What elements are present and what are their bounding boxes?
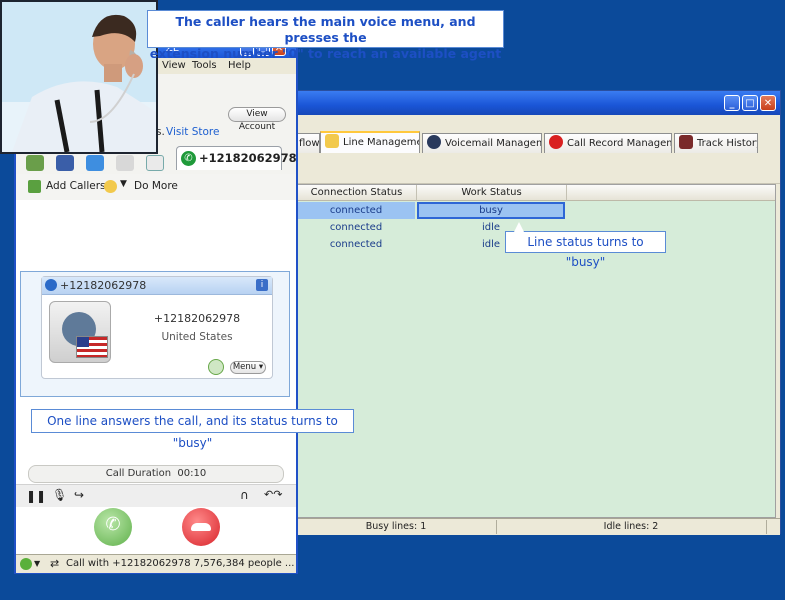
tab-line-management[interactable]: Line Management [320,131,420,153]
line-manager-window: _ □ ✕ flow Line Management Voicemail Man… [295,90,781,535]
call-status-bar: ▼ ⇄ Call with +12182062978 7,576,384 peo… [16,554,296,573]
active-call-number: +12182062978 [199,151,297,165]
caller-number: +12182062978 [153,312,241,325]
callout-line-pointer [514,222,524,232]
caller-photo [0,0,158,154]
manager-status-bar: Busy lines: 1 Idle lines: 2 [296,518,780,535]
column-connection-status[interactable]: Connection Status [297,185,417,201]
phone-answer-icon: ✆ [105,514,121,535]
table-row-2-connection[interactable]: connected [297,219,415,236]
callout-top-pointer [149,30,159,44]
phone-icon: ✆ [181,151,196,166]
active-call-panel: +12182062978 i +12182062978 United State… [20,271,290,397]
caller-card-header: +12182062978 i [42,277,272,295]
column-filler [567,185,775,201]
do-more-icon [104,180,117,193]
call-actions-bar: Add Callers ▼ Do More [16,174,296,201]
minimize-button[interactable]: _ [724,95,740,111]
mute-icon[interactable]: 🎙 [52,488,67,502]
contacts-icon[interactable] [26,155,44,171]
pause-icon[interactable]: ❚❚ [26,489,46,503]
record-icon [549,135,563,149]
tab-flow[interactable]: flow [296,133,320,153]
table-row-1-connection[interactable]: connected [297,202,415,219]
do-more-button[interactable]: Do More [134,180,178,192]
headset-icon[interactable]: ∩ [240,488,249,502]
caller-photo-illustration [2,2,156,152]
tab-active-call[interactable]: ✆ +12182062978 [176,146,297,170]
caller-avatar [49,301,111,363]
manager-toolbar [296,155,780,184]
send-icon[interactable] [86,155,104,171]
history-icon[interactable] [146,155,164,171]
table-row-1-work[interactable]: busy [417,202,565,219]
maximize-button[interactable]: □ [742,95,758,111]
voicemail-icon [427,135,441,149]
swap-icon: ⇄ [50,557,60,570]
table-row-3-connection[interactable]: connected [297,236,415,253]
call-duration: Call Duration 00:10 [28,465,284,483]
us-flag-icon [76,336,108,358]
status-chevron-icon[interactable]: ▼ [34,555,40,573]
busy-lines-count: Busy lines: 1 [296,520,497,534]
tools-icon[interactable] [116,155,134,171]
skype-icon [45,279,57,291]
call-status-text: Call with +12182062978 7,576,384 people … [66,558,295,569]
call-control-bar: ❚❚ 🎙 ↪ ∩ ↶↷ [16,484,296,507]
call-duration-value: 00:10 [177,468,207,479]
tab-track-history[interactable]: Track History [674,133,758,153]
card-menu-button[interactable]: Menu ▾ [230,361,266,374]
idle-lines-count: Idle lines: 2 [496,520,767,534]
add-contact-icon[interactable] [208,359,224,375]
chat-icon[interactable] [56,155,74,171]
phone-hangup-icon [191,523,211,531]
tab-call-record-management[interactable]: Call Record Management [544,133,672,153]
callout-one-pointer [38,397,48,409]
book-icon [679,135,693,149]
caller-header-number: +12182062978 [60,279,147,292]
transfer-icon[interactable]: ↪ [74,488,84,502]
callout-line-status: Line status turns to "busy" [505,231,666,269]
hangup-button[interactable] [182,508,220,546]
visit-store-link[interactable]: Visit Store [166,126,219,138]
add-callers-button[interactable]: Add Callers [46,180,106,192]
caller-country: United States [161,331,233,343]
online-status-icon[interactable] [20,558,32,570]
close-button[interactable]: ✕ [760,95,776,111]
manager-title-bar[interactable]: _ □ ✕ [296,91,780,115]
chevron-down-icon: ▼ [120,179,127,189]
pencil-icon [325,134,339,148]
tab-voicemail-management[interactable]: Voicemail Management [422,133,542,153]
column-work-status[interactable]: Work Status [417,185,567,201]
manager-tab-strip: flow Line Management Voicemail Managemen… [296,131,780,155]
add-callers-icon [28,180,41,193]
call-blank-area [16,200,296,270]
view-account-button[interactable]: View Account [228,107,286,132]
callout-one-line: One line answers the call, and its statu… [31,409,354,450]
caller-card: +12182062978 i +12182062978 United State… [41,276,273,379]
call-settings-icon[interactable]: ↶↷ [264,488,282,501]
answer-button[interactable]: ✆ [94,508,132,546]
info-icon[interactable]: i [256,279,268,291]
callout-voice-menu: The caller hears the main voice menu, an… [147,10,504,61]
